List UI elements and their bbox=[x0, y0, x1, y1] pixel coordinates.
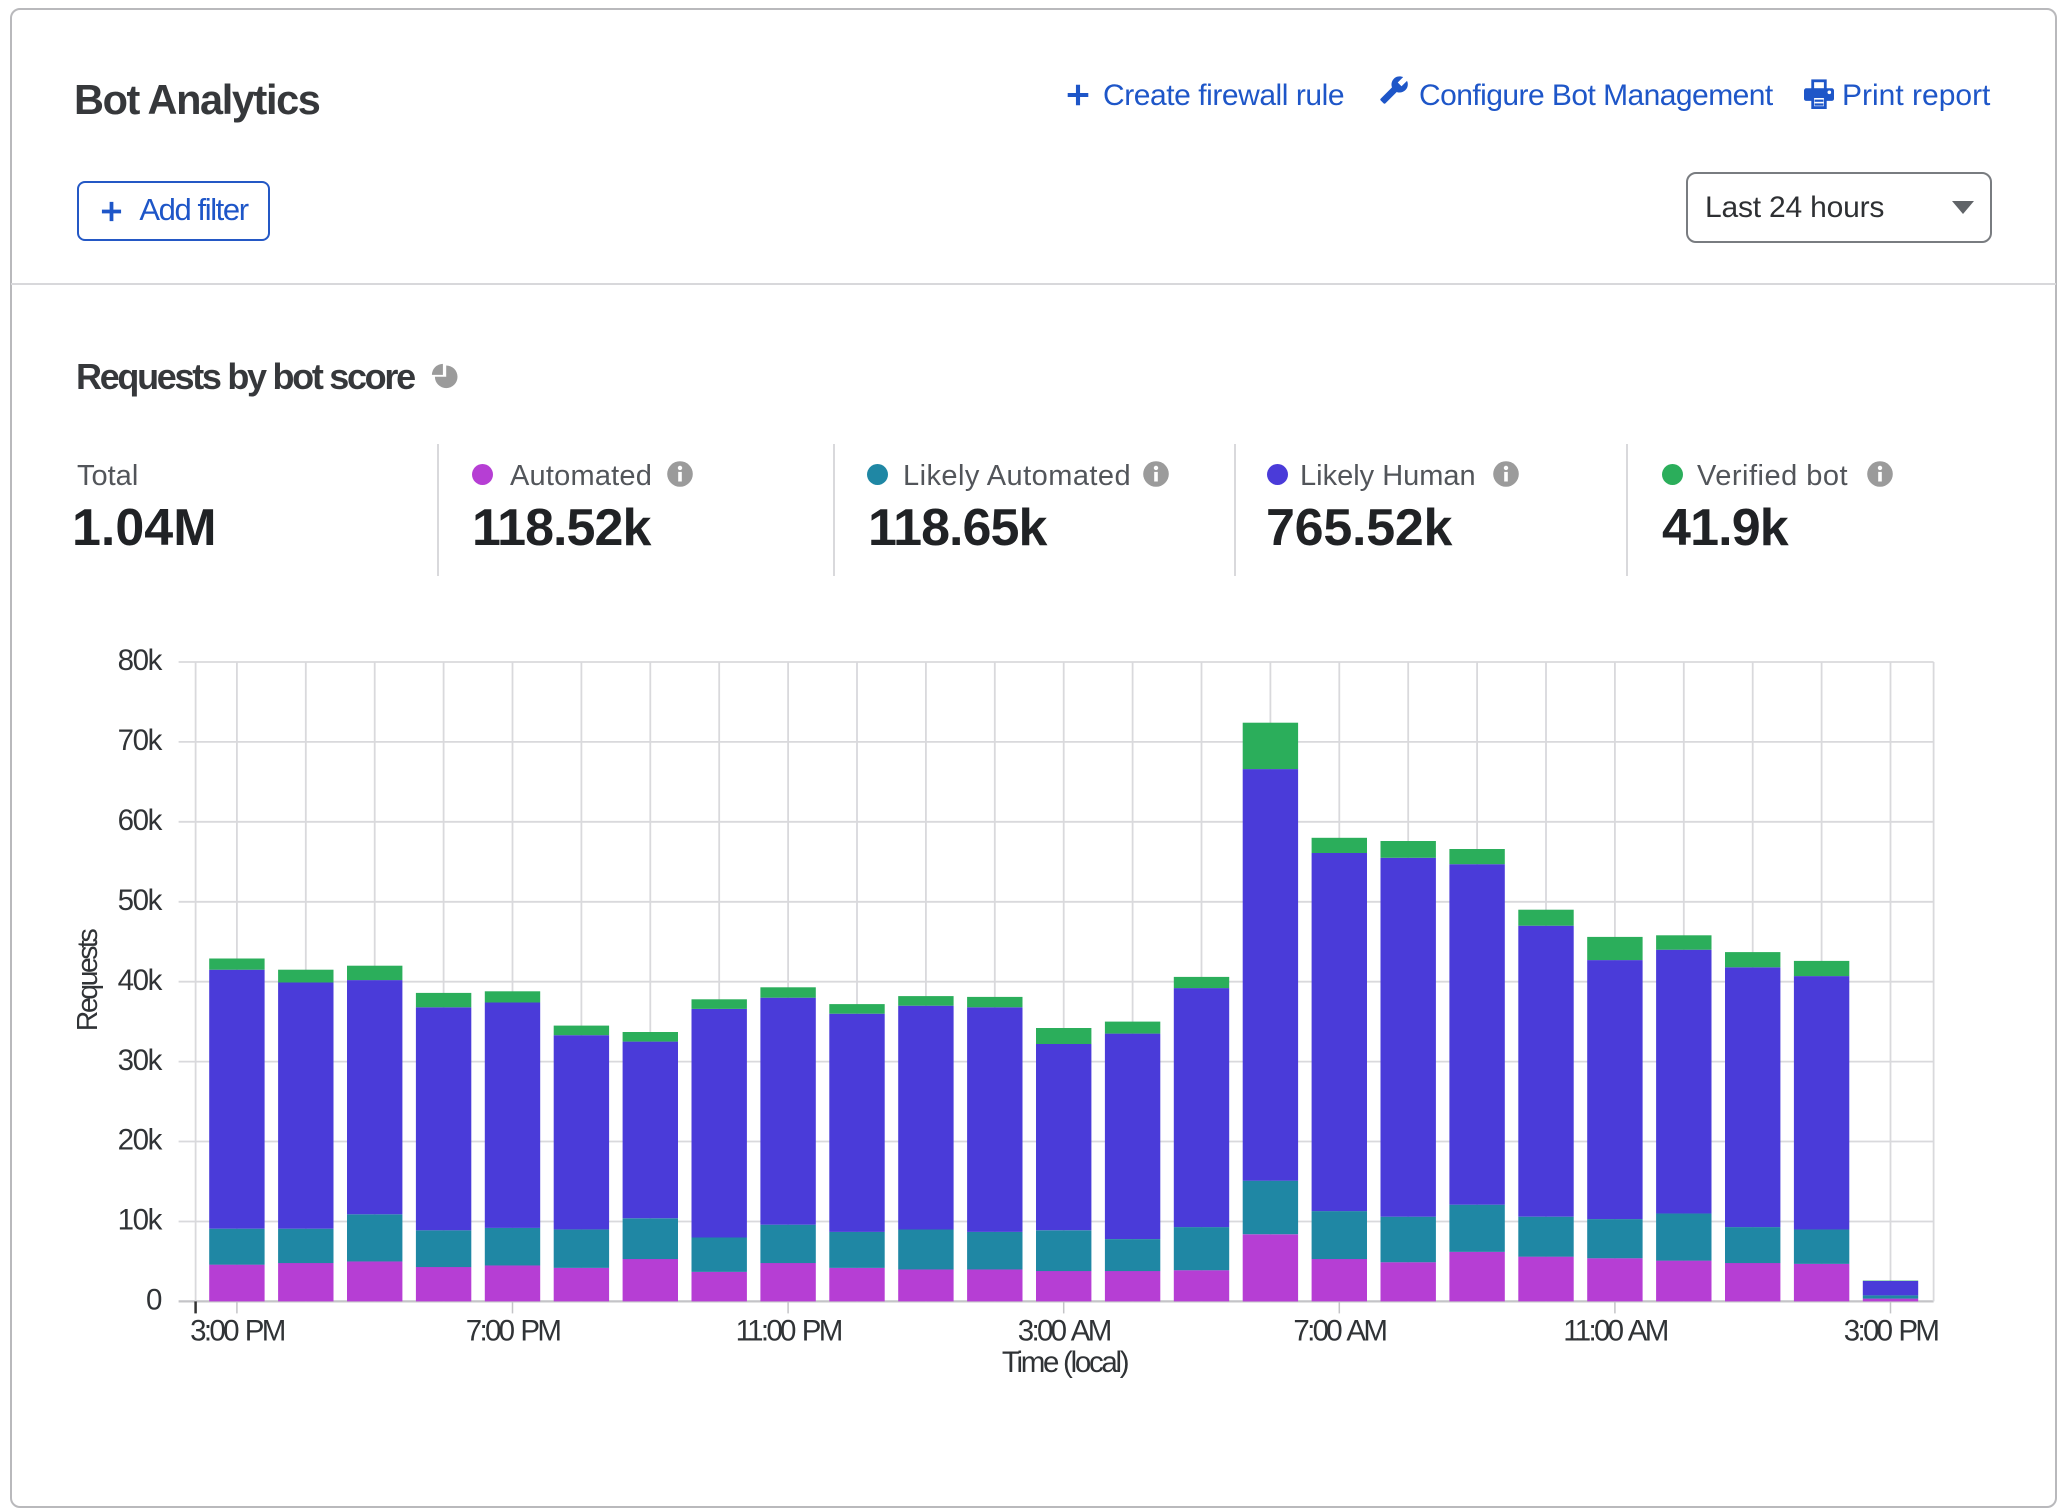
svg-text:7:00 PM: 7:00 PM bbox=[466, 1315, 561, 1348]
svg-text:30k: 30k bbox=[118, 1044, 163, 1077]
svg-text:10k: 10k bbox=[118, 1204, 163, 1237]
svg-text:70k: 70k bbox=[118, 724, 163, 757]
svg-text:3:00 PM: 3:00 PM bbox=[1844, 1315, 1939, 1348]
svg-text:3:00 AM: 3:00 AM bbox=[1018, 1315, 1111, 1348]
svg-text:Requests: Requests bbox=[72, 929, 104, 1032]
svg-text:0: 0 bbox=[146, 1284, 162, 1317]
svg-text:7:00 AM: 7:00 AM bbox=[1293, 1315, 1386, 1348]
svg-text:80k: 80k bbox=[118, 644, 163, 677]
svg-text:50k: 50k bbox=[118, 884, 163, 917]
svg-text:60k: 60k bbox=[118, 804, 163, 837]
svg-text:3:00 PM: 3:00 PM bbox=[190, 1315, 285, 1348]
svg-text:11:00 AM: 11:00 AM bbox=[1563, 1315, 1667, 1348]
svg-text:Time (local): Time (local) bbox=[1002, 1346, 1128, 1379]
svg-text:11:00 PM: 11:00 PM bbox=[736, 1315, 842, 1348]
svg-text:20k: 20k bbox=[118, 1124, 163, 1157]
svg-text:40k: 40k bbox=[118, 964, 163, 997]
